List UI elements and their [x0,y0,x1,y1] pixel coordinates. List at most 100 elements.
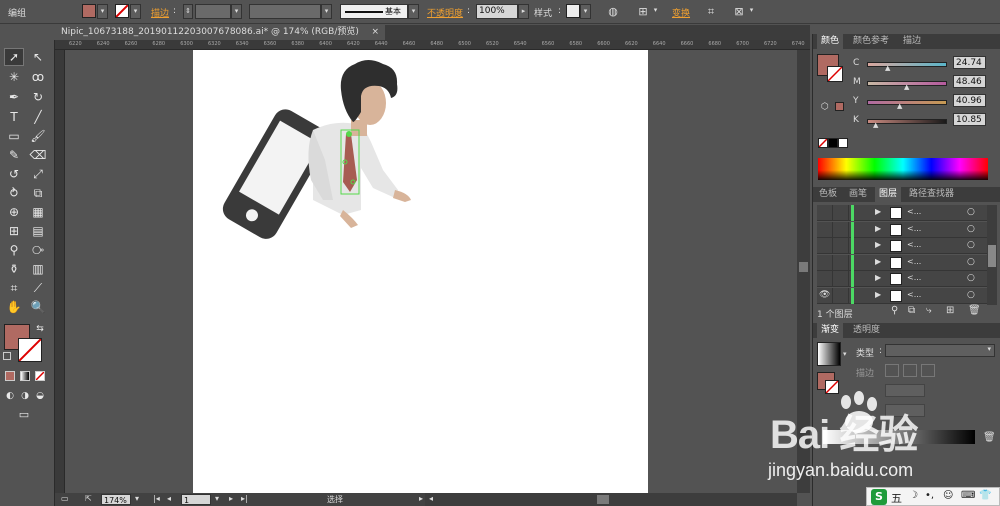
vertical-ruler[interactable] [55,50,65,493]
layer-name[interactable]: <... [907,257,921,266]
gradient-type-dropdown[interactable]: ▾ [885,344,995,357]
lasso-tool-icon[interactable]: ꝏ [28,68,48,86]
gradient-mode-icon[interactable] [20,371,30,381]
slider-handle[interactable]: ▲ [897,102,902,110]
mesh-tool-icon[interactable]: ⊞ [4,222,24,240]
layer-lock-toggle[interactable] [833,254,849,271]
ime-emoji-icon[interactable]: ☺ [943,490,953,501]
channel-value-field[interactable]: 10.85 [953,113,986,126]
sogou-logo-icon[interactable]: S [871,489,887,505]
layer-row[interactable]: ▶ <... ○ [817,271,987,287]
out-of-gamut-icon[interactable]: ⬡ [821,102,829,112]
layer-visibility-toggle[interactable]: 👁 [817,287,833,304]
fill-dropdown[interactable]: ▾ [97,4,108,19]
opacity-dropdown[interactable]: ▸ [518,4,529,19]
layer-name[interactable]: <... [907,224,921,233]
stroke-gradient-within-icon[interactable] [885,364,899,377]
direct-selection-tool-icon[interactable]: ↖ [28,48,48,66]
none-mode-icon[interactable] [35,371,45,381]
screen-mode-icon[interactable]: ▭ [14,406,34,424]
layer-name[interactable]: <... [907,290,921,299]
illustration-businessman-phone[interactable] [193,50,648,493]
stroke-gradient-across-icon[interactable] [921,364,935,377]
ime-mode-label[interactable]: 五 [891,490,902,506]
layer-row[interactable]: ▶ <... ○ [817,238,987,254]
color-mode-icon[interactable] [5,371,15,381]
eraser-tool-icon[interactable]: ⌫ [28,146,48,164]
curvature-tool-icon[interactable]: ↻ [28,88,48,106]
variable-width-arrow[interactable]: ▾ [321,4,332,19]
slice-tool-icon[interactable]: ⟋ [28,279,48,297]
isolate-group-icon[interactable]: ⌗ [702,3,720,20]
artboard-tool-icon[interactable]: ⌗ [4,279,24,297]
first-artboard-icon[interactable]: |◂ [153,494,160,503]
tab-transparency[interactable]: 透明度 [849,323,884,338]
ime-punctuation-icon[interactable]: •, [925,490,934,501]
slider-track[interactable] [867,119,947,124]
fill-swatch[interactable] [82,4,96,18]
layer-lock-toggle[interactable] [833,271,849,287]
symbol-sprayer-tool-icon[interactable]: ⚱ [4,260,24,278]
draw-inside-icon[interactable]: ◒ [34,387,46,405]
stroke-weight-stepper[interactable]: ⇕ [183,4,193,19]
brush-definition-arrow[interactable]: ▾ [408,4,419,19]
layer-lock-toggle[interactable] [833,238,849,254]
target-circle-icon[interactable]: ○ [967,290,975,300]
layer-row[interactable]: ▶ <... ○ [817,221,987,238]
slider-handle[interactable]: ▲ [873,121,878,129]
layer-visibility-toggle[interactable] [817,221,833,238]
tab-color-guide[interactable]: 颜色参考 [849,34,893,49]
expand-arrow-icon[interactable]: ▶ [875,290,881,299]
target-circle-icon[interactable]: ○ [967,240,975,250]
layers-scroll-thumb[interactable] [988,245,996,267]
last-artboard-icon[interactable]: ▸| [241,494,248,503]
delete-layer-icon[interactable]: 🗑 [968,305,981,316]
swap-fill-stroke-icon[interactable]: ⇆ [34,320,46,338]
graph-tool-icon[interactable]: ▥ [28,260,48,278]
horizontal-ruler[interactable]: 6220 6240 6260 6280 6300 6320 6340 6360 6380 6400… [55,40,810,50]
tab-layers[interactable]: 图层 [875,187,902,202]
blend-tool-icon[interactable]: ⧂ [28,241,48,259]
artboard-number-field[interactable]: 1 [181,494,211,505]
target-circle-icon[interactable]: ○ [967,207,975,217]
target-circle-icon[interactable]: ○ [967,273,975,283]
canvas-area[interactable] [65,50,797,493]
opacity-label[interactable]: 不透明度 [427,6,463,19]
channel-value-field[interactable]: 48.46 [953,75,986,88]
ime-keyboard-icon[interactable]: ⌨ [961,490,975,501]
paintbrush-tool-icon[interactable]: 🖌 [28,127,48,145]
layer-lock-toggle[interactable] [833,287,849,304]
locate-object-icon[interactable]: ⚲ [891,305,898,316]
warp-tool-icon[interactable]: ⥁ [4,184,24,202]
stroke-label[interactable]: 描边 [151,6,169,19]
zoom-dropdown-icon[interactable]: ▾ [135,494,139,503]
expand-arrow-icon[interactable]: ▶ [875,224,881,233]
default-colors-icon[interactable] [3,352,11,360]
line-tool-icon[interactable]: ╱ [28,108,48,126]
artboard-dropdown-icon[interactable]: ▾ [215,494,219,503]
slider-handle[interactable]: ▲ [885,64,890,72]
layer-lock-toggle[interactable] [833,205,849,221]
layer-visibility-toggle[interactable] [817,205,833,221]
zoom-field[interactable]: 174% [101,494,131,505]
white-swatch[interactable] [838,138,848,148]
stroke-weight-dropdown[interactable]: ▾ [231,4,242,19]
tab-gradient[interactable]: 渐变 [817,323,844,338]
eyedropper-tool-icon[interactable]: ⚲ [4,241,24,259]
live-paint-tool-icon[interactable]: ▦ [28,203,48,221]
free-transform-tool-icon[interactable]: ⧉ [28,184,48,202]
ime-halfwidth-icon[interactable]: ☽ [909,490,918,501]
none-color-swatch[interactable] [818,138,828,148]
style-dropdown[interactable]: ▾ [580,4,591,19]
align-options-arrow[interactable]: ▾ [650,4,661,19]
style-swatch[interactable] [566,4,580,18]
channel-value-field[interactable]: 24.74 [953,56,986,69]
layer-lock-toggle[interactable] [833,221,849,238]
layer-name[interactable]: <... [907,240,921,249]
horizontal-scroll-thumb[interactable] [597,495,609,504]
layer-row[interactable]: 👁 ▶ <... ○ [817,287,987,304]
draw-behind-icon[interactable]: ◑ [19,387,31,405]
hand-tool-icon[interactable]: ✋ [4,298,24,316]
stroke-gradient-along-icon[interactable] [903,364,917,377]
slider-track[interactable] [867,100,947,105]
